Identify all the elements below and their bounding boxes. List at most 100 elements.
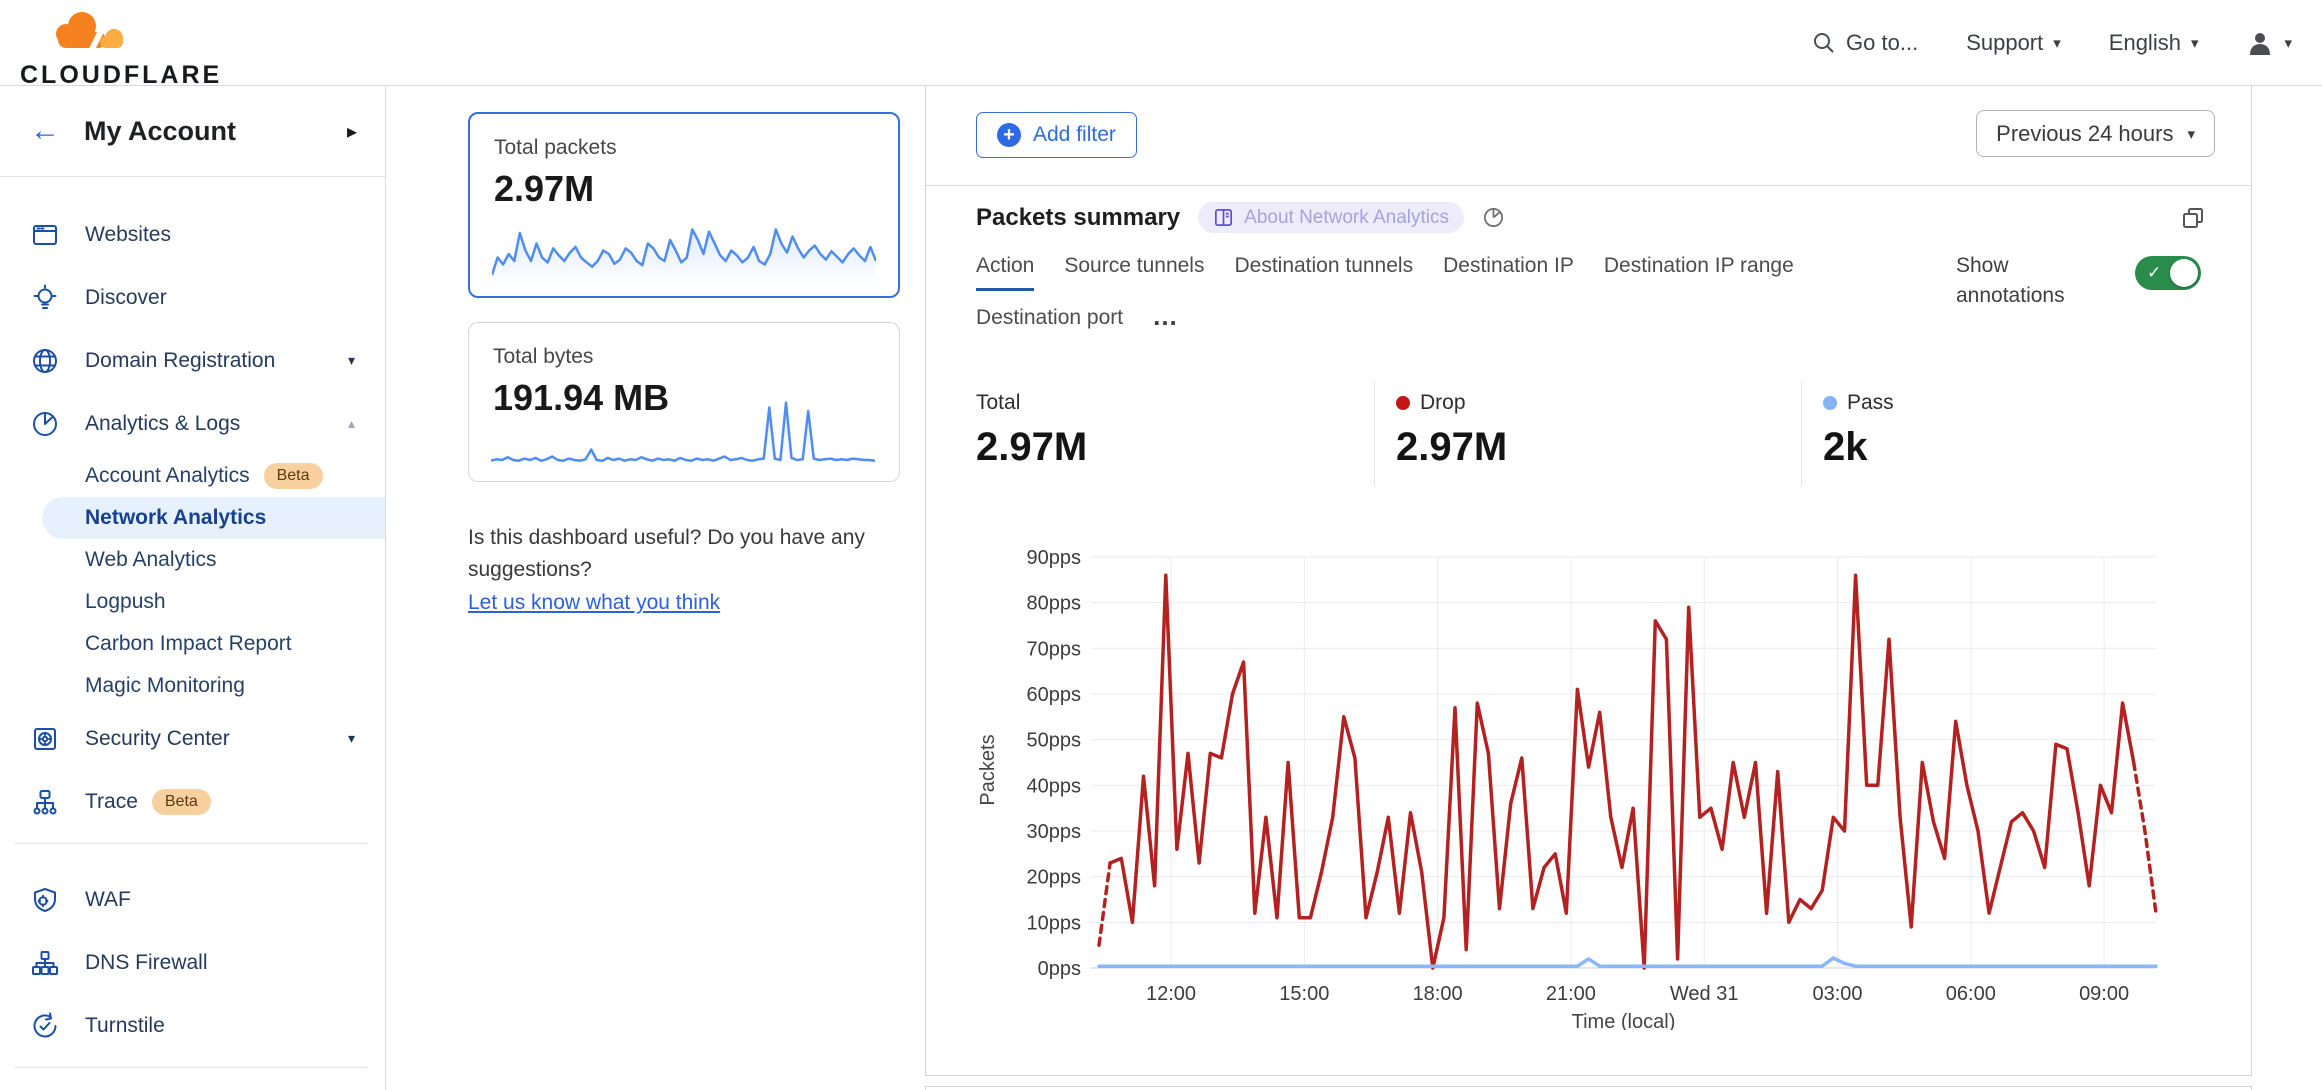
stat-label: Drop	[1396, 391, 1507, 415]
tabs-overflow-menu[interactable]: ...	[1153, 311, 1178, 335]
y-axis-title: Packets	[977, 734, 999, 805]
stat-label-text: Pass	[1847, 391, 1894, 415]
check-icon: ✓	[2147, 263, 2161, 283]
sidebar-subitem-web-analytics[interactable]: Web Analytics	[0, 539, 385, 581]
tab-destination-ip[interactable]: Destination IP	[1443, 254, 1574, 291]
x-tick-label: 18:00	[1413, 983, 1463, 1005]
sidebar-subitem-account-analytics[interactable]: Account AnalyticsBeta	[0, 455, 385, 497]
card-title: Total packets	[494, 136, 874, 160]
sidebar-subitem-logpush[interactable]: Logpush	[0, 581, 385, 623]
sidebar-item-analytics-logs[interactable]: Analytics & Logs ▴	[0, 392, 385, 455]
packets-summary-panel: + Add filter Previous 24 hours ▾ Packets…	[925, 86, 2252, 1076]
sidebar-item-waf[interactable]: WAF	[0, 868, 385, 931]
tab-destination-tunnels[interactable]: Destination tunnels	[1234, 254, 1413, 291]
support-label: Support	[1966, 30, 2043, 56]
sidebar-subitem-label: Network Analytics	[85, 506, 266, 530]
y-tick-label: 50pps	[1027, 730, 1082, 752]
chevron-right-icon[interactable]: ▸	[347, 119, 357, 144]
safe-icon	[30, 724, 60, 754]
sidebar-item-label: Websites	[85, 223, 171, 247]
stat-label-text: Drop	[1420, 391, 1466, 415]
sidebar-item-label: WAF	[85, 888, 131, 912]
dimension-tabs-row2: Destination port...	[976, 306, 1178, 340]
chevron-down-icon[interactable]: ▾	[348, 730, 355, 747]
sidebar-item-turnstile[interactable]: Turnstile	[0, 994, 385, 1057]
x-tick-label: 06:00	[1946, 983, 1996, 1005]
expand-copy-icon[interactable]	[2180, 205, 2206, 231]
total-packets-sparkline	[492, 206, 876, 288]
card-title: Total bytes	[493, 345, 875, 369]
x-tick-label: 21:00	[1546, 983, 1596, 1005]
sidebar-subitem-carbon-impact-report[interactable]: Carbon Impact Report	[0, 623, 385, 665]
tab-action[interactable]: Action	[976, 254, 1034, 291]
top-nav-right: Go to... Support ▾ English ▾ ▾	[1812, 0, 2292, 86]
language-label: English	[2109, 30, 2181, 56]
sidebar-item-label: Security Center	[85, 727, 230, 751]
beta-badge: Beta	[152, 789, 211, 815]
search-icon	[1812, 31, 1836, 55]
sidebar-item-discover[interactable]: Discover	[0, 266, 385, 329]
y-tick-label: 70pps	[1027, 638, 1082, 660]
sidebar-subitem-network-analytics[interactable]: Network Analytics	[42, 497, 385, 539]
goto-search[interactable]: Go to...	[1812, 30, 1918, 56]
cloudflare-cloud-icon	[20, 6, 170, 60]
sidebar-item-security-center[interactable]: Security Center ▾	[0, 707, 385, 770]
chevron-down-icon: ▾	[2187, 125, 2195, 143]
tab-destination-port[interactable]: Destination port	[976, 306, 1123, 340]
sidebar-item-label: Analytics & Logs	[85, 412, 240, 436]
tab-destination-ip-range[interactable]: Destination IP range	[1604, 254, 1794, 291]
total-bytes-card[interactable]: Total bytes 191.94 MB	[468, 322, 900, 482]
trace-icon	[30, 787, 60, 817]
pie-chart-icon	[30, 409, 60, 439]
sidebar-subitem-label: Logpush	[85, 590, 166, 614]
chevron-up-icon[interactable]: ▴	[348, 415, 355, 432]
add-filter-label: Add filter	[1033, 123, 1116, 147]
stat-label-text: Total	[976, 391, 1020, 415]
sidebar-subitem-magic-monitoring[interactable]: Magic Monitoring	[0, 665, 385, 707]
feedback-link[interactable]: Let us know what you think	[468, 587, 720, 619]
pie-chart-icon[interactable]	[1482, 206, 1505, 229]
x-tick-label: 15:00	[1279, 983, 1329, 1005]
total-packets-card[interactable]: Total packets 2.97M	[468, 112, 900, 298]
top-nav: CLOUDFLARE Go to... Support ▾ English ▾	[0, 0, 2322, 86]
card-value: 2.97M	[494, 168, 874, 210]
sidebar-subitem-label: Web Analytics	[85, 548, 217, 572]
support-menu[interactable]: Support ▾	[1966, 30, 2061, 56]
sidebar-item-dns-firewall[interactable]: DNS Firewall	[0, 931, 385, 994]
language-menu[interactable]: English ▾	[2109, 30, 2199, 56]
chevron-down-icon: ▾	[2053, 34, 2061, 52]
sidebar-section: WAF DNS Firewall Turnstile	[0, 854, 385, 1057]
y-tick-label: 80pps	[1027, 593, 1082, 615]
globe-icon	[30, 346, 60, 376]
y-tick-label: 30pps	[1027, 821, 1082, 843]
show-annotations-toggle[interactable]: ✓	[2135, 256, 2201, 290]
about-pill-label: About Network Analytics	[1244, 207, 1449, 229]
packets-time-series-chart[interactable]: 0pps10pps20pps30pps40pps50pps60pps70pps8…	[966, 430, 2236, 1030]
feedback-block: Is this dashboard useful? Do you have an…	[468, 522, 916, 619]
add-filter-button[interactable]: + Add filter	[976, 112, 1137, 158]
x-tick-label: Wed 31	[1670, 983, 1739, 1005]
sidebar-section: WebsitesDiscoverDomain Registration▾Anal…	[0, 177, 385, 833]
sidebar-item-label: Trace	[85, 790, 138, 814]
x-tick-label: 03:00	[1812, 983, 1862, 1005]
sidebar-subitem-label: Carbon Impact Report	[85, 632, 292, 656]
sidebar-section	[0, 1078, 385, 1090]
user-icon	[2246, 29, 2274, 57]
sidebar-item-domain-registration[interactable]: Domain Registration▾	[0, 329, 385, 392]
shield-gear-icon	[30, 885, 60, 915]
cloudflare-logo[interactable]: CLOUDFLARE	[20, 6, 180, 90]
sidebar-item-trace[interactable]: Trace Beta	[0, 770, 385, 833]
next-panel-edge	[925, 1086, 2252, 1090]
time-range-select[interactable]: Previous 24 hours ▾	[1976, 110, 2215, 157]
chevron-down-icon: ▾	[2191, 34, 2199, 52]
about-network-analytics-pill[interactable]: About Network Analytics	[1198, 202, 1464, 233]
tab-source-tunnels[interactable]: Source tunnels	[1064, 254, 1204, 291]
sidebar-item-websites[interactable]: Websites	[0, 203, 385, 266]
sidebar-item-label: DNS Firewall	[85, 951, 208, 975]
account-menu[interactable]: ▾	[2246, 29, 2292, 57]
back-arrow-icon[interactable]: ←	[30, 116, 60, 146]
y-tick-label: 40pps	[1027, 775, 1082, 797]
chevron-down-icon[interactable]: ▾	[348, 352, 355, 369]
toggle-knob	[2170, 259, 2198, 287]
lightbulb-icon	[30, 283, 60, 313]
